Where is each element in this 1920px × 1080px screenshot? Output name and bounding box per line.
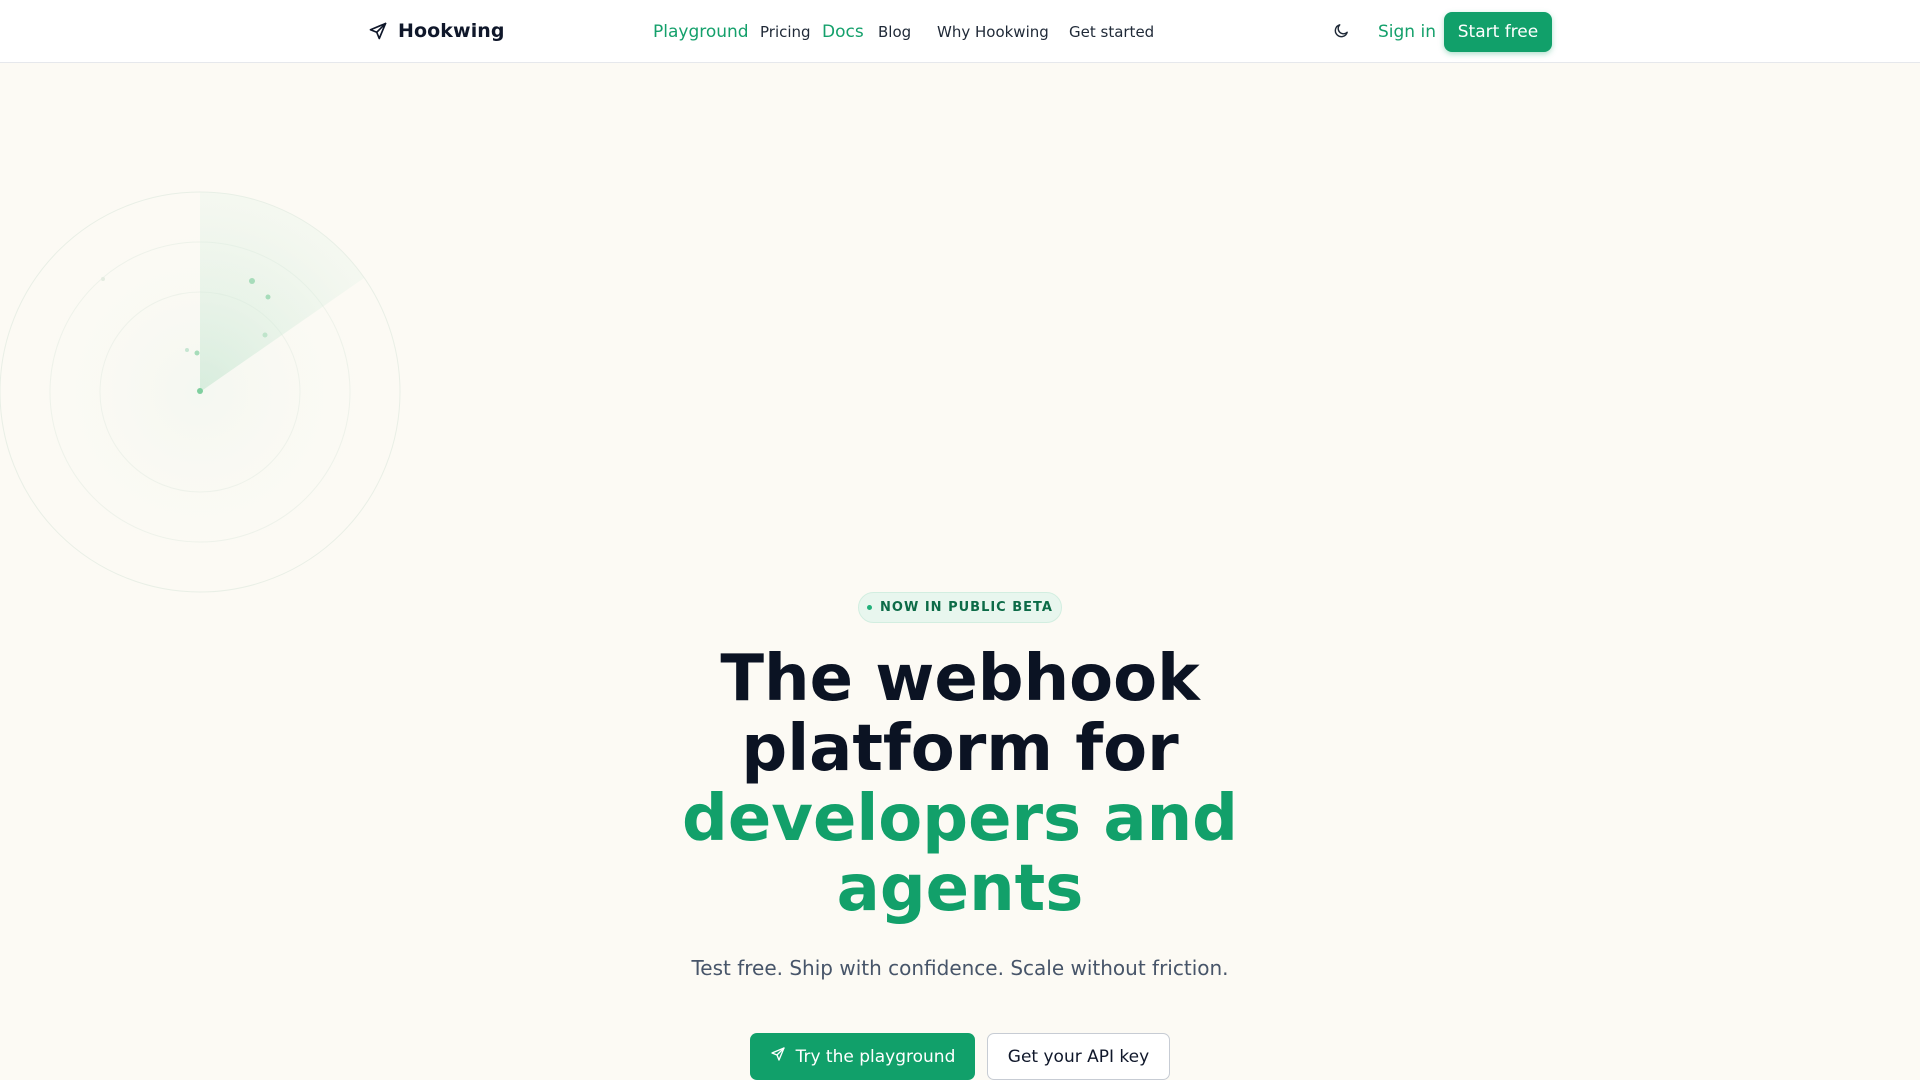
try-playground-label: Try the playground: [795, 1046, 956, 1067]
nav-link-blog[interactable]: Blog: [878, 0, 911, 63]
cta-row: Try the playground Get your API key: [750, 1033, 1170, 1080]
site-header: Hookwing Playground Pricing Docs Blog Wh…: [0, 0, 1920, 63]
radar-blip: [185, 348, 189, 352]
radar-decoration: [0, 187, 405, 597]
badge-text: NOW IN PUBLIC BETA: [880, 600, 1053, 615]
brand-name: Hookwing: [398, 20, 505, 42]
hero-title-line-1: The webhook: [720, 642, 1200, 716]
nav-link-docs[interactable]: Docs: [822, 0, 864, 63]
status-badge: NOW IN PUBLIC BETA: [858, 592, 1062, 623]
badge-dot: [867, 605, 873, 610]
hero-title: The webhook platform for developers and …: [560, 644, 1360, 924]
hero-title-line-4: agents: [836, 852, 1084, 926]
paper-plane-icon: [770, 1046, 786, 1067]
nav-link-pricing[interactable]: Pricing: [760, 0, 811, 63]
moon-icon: [1333, 22, 1350, 43]
hero-subtitle: Test free. Ship with confidence. Scale w…: [691, 956, 1229, 980]
try-playground-button[interactable]: Try the playground: [750, 1033, 975, 1080]
nav-link-get-started[interactable]: Get started: [1069, 0, 1154, 63]
theme-toggle-button[interactable]: [1330, 21, 1352, 43]
radar-blip: [194, 350, 200, 356]
hero-title-line-3: developers and: [682, 782, 1238, 856]
sign-in-link[interactable]: Sign in: [1378, 0, 1436, 63]
radar-blip: [101, 277, 105, 281]
paper-plane-icon: [368, 21, 388, 41]
radar-blip-center: [197, 388, 203, 394]
nav-link-playground[interactable]: Playground: [653, 0, 749, 63]
start-free-button[interactable]: Start free: [1444, 12, 1552, 52]
brand-logo-link[interactable]: Hookwing: [368, 20, 505, 42]
hero-title-line-2: platform for: [741, 712, 1179, 786]
get-api-key-button[interactable]: Get your API key: [987, 1033, 1170, 1080]
nav-link-why-hookwing[interactable]: Why Hookwing: [937, 0, 1049, 63]
radar-blip: [262, 332, 268, 338]
radar-blip: [249, 278, 255, 284]
radar-blip: [265, 294, 271, 300]
